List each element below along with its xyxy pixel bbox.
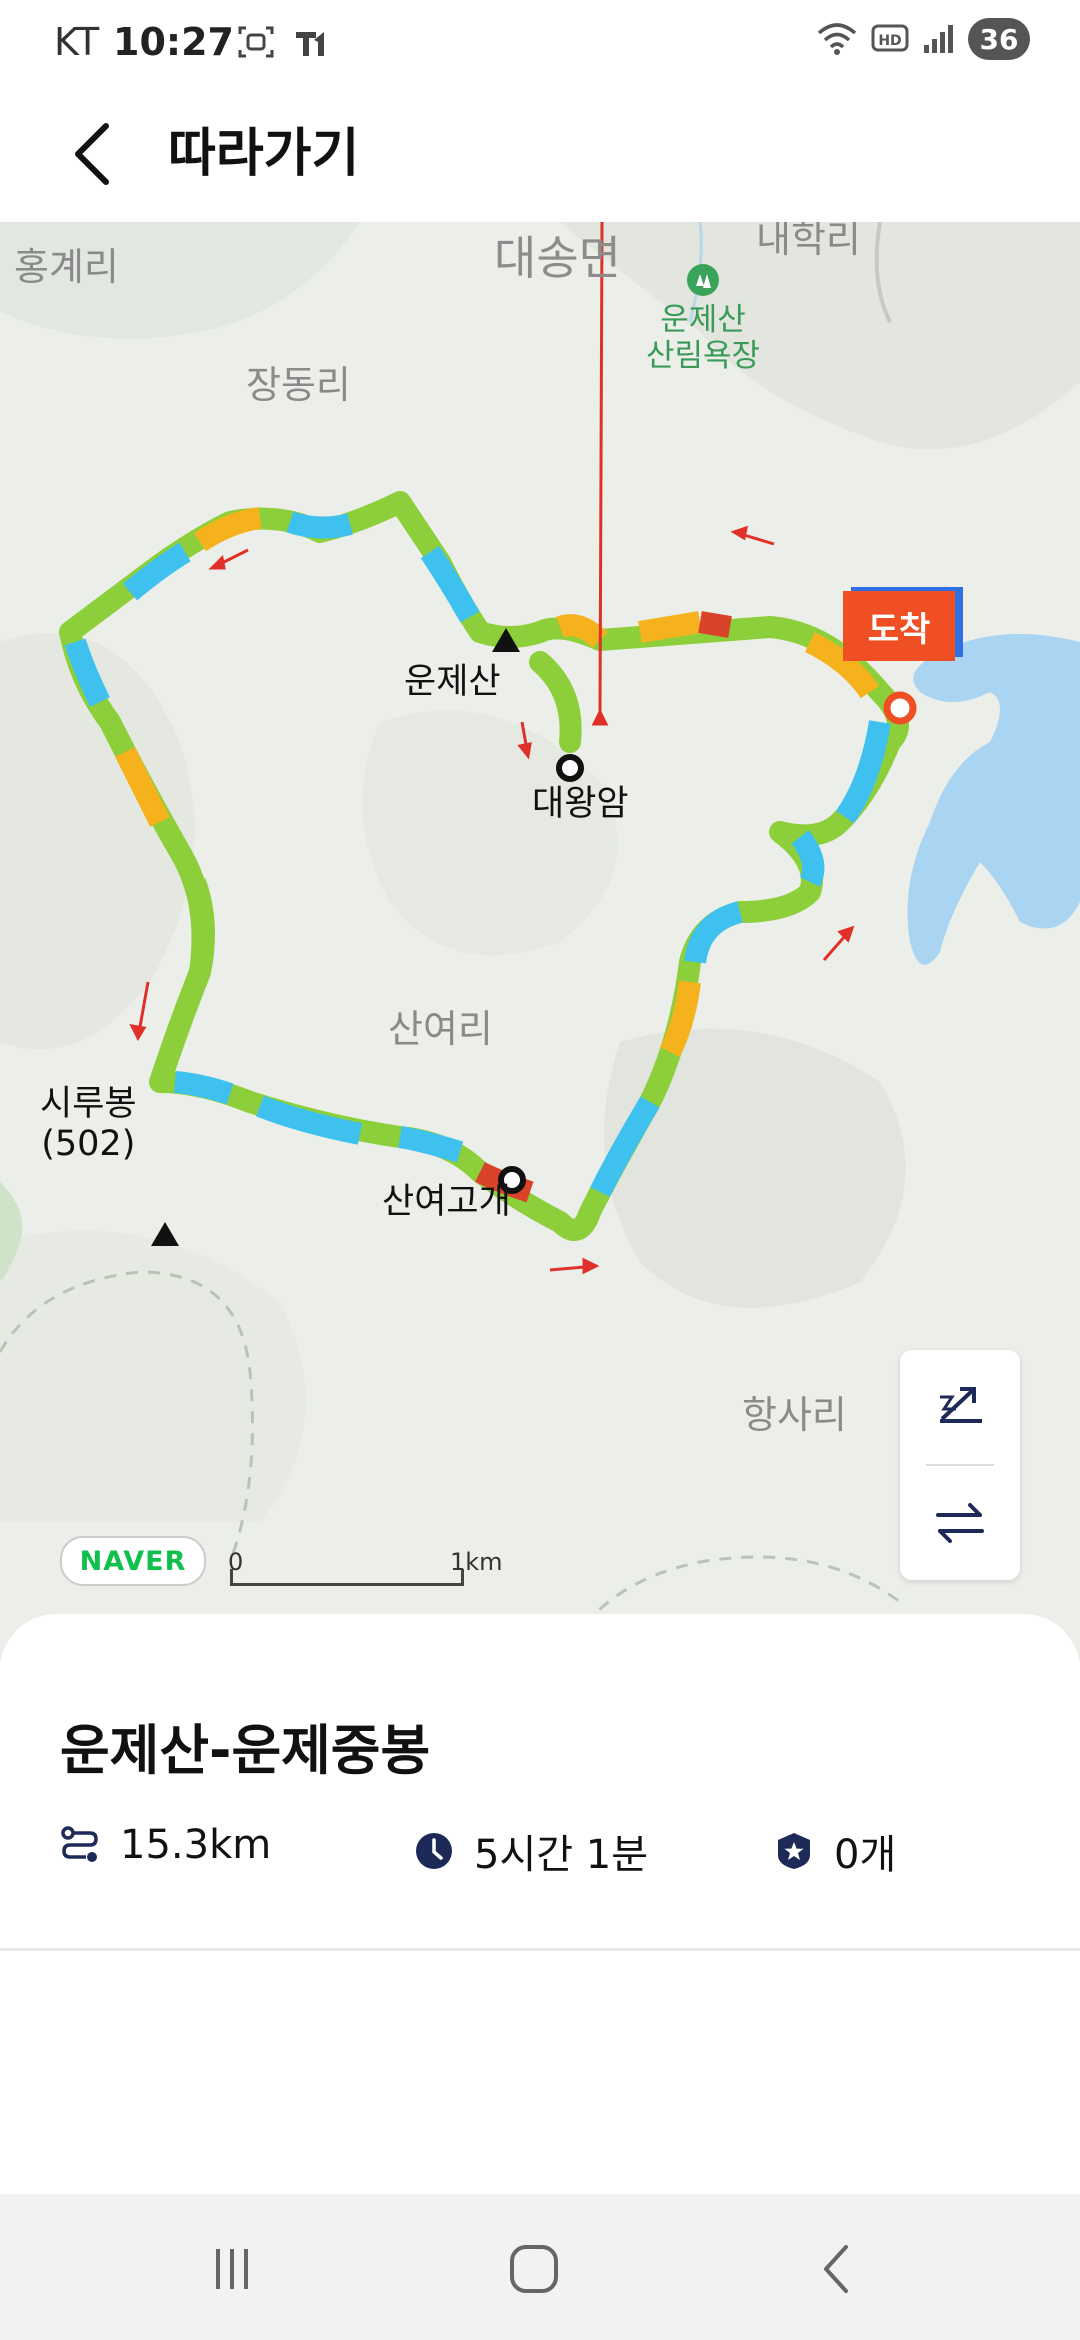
distance-value: 15.3km	[120, 1822, 272, 1868]
stat-distance: 15.3km	[60, 1822, 271, 1868]
course-stats: 15.3km 5시간 1분 0개	[60, 1822, 1040, 1892]
wifi-icon	[817, 23, 857, 55]
map-label-jangdong: 장동리	[246, 363, 351, 407]
route-icon	[61, 1826, 98, 1862]
clock-time: 10:27	[113, 20, 234, 64]
back-button[interactable]	[60, 116, 130, 192]
course-title: 운제산-운제중봉	[60, 1719, 431, 1782]
status-bar: KT 10:27 HD 36	[0, 0, 1080, 86]
carrier-label: KT	[54, 20, 100, 64]
chevron-left-icon	[75, 123, 109, 185]
hd-voice-icon: HD	[871, 24, 909, 52]
poi-unjesan[interactable]: 운제산	[404, 662, 501, 702]
map-view[interactable]: 홍계리 대송면 내학리 운제산 산림욕장 장동리 산여리 항사리 운제산 대왕암…	[0, 222, 1080, 1662]
screenshot-icon	[238, 26, 274, 58]
map-label-sanyeo: 산여리	[388, 1007, 493, 1051]
map-label-forest: 운제산 산림욕장	[646, 262, 760, 374]
badge-icon	[778, 1833, 810, 1869]
control-divider	[926, 1464, 994, 1466]
recent-apps-button[interactable]	[192, 2234, 272, 2304]
status-system-icons: HD 36	[816, 18, 1030, 60]
app-header: 따라가기	[0, 86, 1080, 222]
recent-apps-icon	[216, 2249, 248, 2289]
map-label-hangsa: 항사리	[742, 1393, 847, 1437]
tmap-icon	[296, 32, 324, 56]
map-label-naehang: 내학리	[756, 222, 861, 261]
naver-logo[interactable]: NAVER	[60, 1536, 206, 1586]
signal-icon	[924, 25, 953, 53]
status-notification-icons	[236, 22, 330, 62]
poi-sanyeogogae[interactable]: 산여고개	[382, 1182, 511, 1222]
battery-indicator: 36	[968, 18, 1030, 60]
stat-stamps: 0개	[774, 1822, 896, 1880]
reverse-direction-icon	[936, 1503, 984, 1543]
course-info-sheet: 운제산-운제중봉 15.3km 5시간 1분 0개	[0, 1614, 1080, 2194]
scale-line	[230, 1569, 464, 1586]
arrive-badge: 도착	[843, 591, 955, 661]
page-title: 따라가기	[168, 124, 360, 184]
map-label-daesong: 대송면	[494, 231, 621, 285]
map-control-panel	[900, 1350, 1020, 1580]
forest-icon	[687, 264, 720, 296]
poi-sirubong-name: 시루봉	[40, 1084, 137, 1124]
stamps-value: 0개	[834, 1832, 897, 1878]
elevation-toggle-button[interactable]	[900, 1350, 1020, 1460]
poi-sirubong[interactable]: 시루봉 (502)	[40, 1084, 137, 1164]
clock-icon	[416, 1833, 452, 1869]
system-nav-bar	[0, 2194, 1080, 2340]
forest-label-line1: 운제산	[660, 302, 746, 338]
map-label-hongye: 홍계리	[14, 245, 119, 289]
back-nav-icon	[824, 2245, 848, 2293]
poi-sirubong-height: (502)	[41, 1124, 136, 1164]
poi-daewangam[interactable]: 대왕암	[532, 784, 629, 824]
home-button[interactable]	[494, 2234, 574, 2304]
forest-label-line2: 산림욕장	[646, 338, 761, 374]
stat-duration: 5시간 1분	[414, 1822, 648, 1880]
map-scale-bar: 0 1km	[228, 1548, 503, 1592]
system-back-button[interactable]	[798, 2234, 878, 2304]
elevation-toggle-icon	[940, 1387, 982, 1423]
reverse-direction-button[interactable]	[900, 1468, 1020, 1578]
svg-text:HD: HD	[878, 33, 901, 49]
sheet-divider	[0, 1948, 1080, 1951]
home-icon	[510, 2245, 558, 2293]
duration-value: 5시간 1분	[474, 1832, 649, 1878]
